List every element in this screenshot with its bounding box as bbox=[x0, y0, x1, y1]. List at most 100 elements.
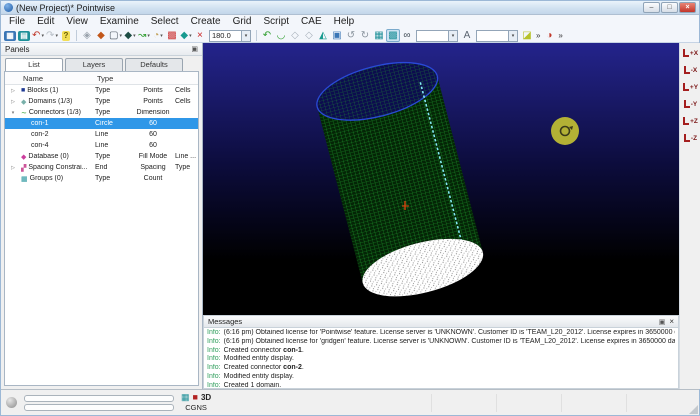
toolbar-eraser-button[interactable]: ◪ bbox=[520, 29, 534, 42]
tree-row-groups-0[interactable]: ▦Groups (0)TypeCount bbox=[5, 173, 198, 184]
chevron-down-icon[interactable]: ▾ bbox=[241, 31, 250, 41]
dock-pin-icon[interactable]: ▣ bbox=[659, 318, 666, 326]
toolbar-save-button[interactable]: ▦ bbox=[3, 29, 17, 42]
messages-log[interactable]: Info:(6:16 pm) Obtained license for 'Poi… bbox=[203, 328, 679, 389]
toolbar-structured-grid-button[interactable]: ▦ bbox=[372, 29, 386, 42]
spacing-icon: ▞ bbox=[21, 164, 26, 172]
menu-script[interactable]: Script bbox=[257, 15, 295, 29]
toolbar-angle-combo[interactable]: 180.0▾ bbox=[209, 30, 251, 42]
chevron-down-icon[interactable]: ▾ bbox=[508, 31, 517, 41]
save-icon: ▦ bbox=[4, 31, 16, 41]
messages-header[interactable]: Messages ▣ × bbox=[203, 315, 679, 328]
panels-header: Panels ▣ bbox=[1, 43, 202, 56]
message-line: Info:Modified entity display. bbox=[207, 355, 675, 364]
tree-row-con-1[interactable]: con-1Circle60 bbox=[5, 118, 198, 129]
toolbar-examine-button[interactable]: ◑ bbox=[542, 29, 556, 42]
tab-defaults[interactable]: Defaults bbox=[125, 58, 183, 71]
tab-layers[interactable]: Layers bbox=[65, 58, 123, 71]
entity-tree: Name Type ▷■Blocks (1)TypePointsCells▷◆D… bbox=[4, 71, 199, 386]
chevron-down-icon[interactable]: ▾ bbox=[41, 33, 44, 39]
toolbar-link-button[interactable]: ∞ bbox=[400, 29, 414, 42]
view-z-button[interactable]: +Z bbox=[681, 113, 700, 129]
chevron-down-icon[interactable]: ▾ bbox=[133, 33, 136, 39]
toolbar-create-block-button[interactable]: ▢▾ bbox=[108, 29, 123, 42]
menu-help[interactable]: Help bbox=[328, 15, 361, 29]
tree-row-con-2[interactable]: con-2Line60 bbox=[5, 129, 198, 140]
view-y-button[interactable]: +Y bbox=[681, 79, 700, 95]
toolbar-redo-button[interactable]: ↷▾ bbox=[45, 29, 59, 42]
view-z-button[interactable]: -Z bbox=[681, 130, 700, 146]
minimize-button[interactable]: – bbox=[643, 2, 660, 13]
toolbar-orient-button[interactable]: × bbox=[193, 29, 207, 42]
toolbar-create-curve-button[interactable]: ◔▾ bbox=[151, 29, 165, 42]
toolbar-paintbrush-button[interactable]: ◆ bbox=[94, 29, 108, 42]
toolbar-overflow-button[interactable]: » bbox=[534, 31, 542, 40]
toolbar-zoom-fit-button[interactable]: ◈ bbox=[80, 29, 94, 42]
toolbar-display-attributes-button[interactable]: ▩ bbox=[165, 29, 179, 42]
view-x-button[interactable]: -X bbox=[681, 62, 700, 78]
expand-collapsed-icon[interactable]: ▷ bbox=[5, 88, 21, 94]
menu-select[interactable]: Select bbox=[145, 15, 185, 29]
toolbar-open-button[interactable]: ▤ bbox=[17, 29, 31, 42]
display-viewport[interactable] bbox=[203, 43, 679, 315]
tree-header[interactable]: Name Type bbox=[5, 72, 198, 85]
toolbar-assemble-block-button[interactable]: ◇ bbox=[302, 29, 316, 42]
view-y-button[interactable]: -Y bbox=[681, 96, 700, 112]
create-block-icon: ▢ bbox=[109, 30, 118, 42]
expand-collapsed-icon[interactable]: ▷ bbox=[5, 165, 21, 171]
tab-list[interactable]: List bbox=[5, 58, 63, 71]
toolbar-project-button[interactable]: ▣ bbox=[330, 29, 344, 42]
tree-row-database-0[interactable]: ◆Database (0)TypeFill ModeLine ... bbox=[5, 151, 198, 162]
toolbar-help-button[interactable]: ? bbox=[59, 29, 73, 42]
toolbar-unstructured-grid-button[interactable]: ▩ bbox=[386, 29, 400, 42]
menu-examine[interactable]: Examine bbox=[94, 15, 145, 29]
main-area: Panels ▣ ListLayersDefaults Name Type ▷■… bbox=[1, 43, 699, 389]
toolbar-undo-button[interactable]: ↶▾ bbox=[31, 29, 45, 42]
chevron-down-icon[interactable]: ▾ bbox=[448, 31, 457, 41]
tree-row-blocks-1[interactable]: ▷■Blocks (1)TypePointsCells bbox=[5, 85, 198, 96]
chevron-down-icon[interactable]: ▾ bbox=[189, 33, 192, 39]
toolbar-spline-button[interactable]: ↶ bbox=[260, 29, 274, 42]
chevron-down-icon[interactable]: ▾ bbox=[119, 33, 122, 39]
pin-icon[interactable]: ▣ bbox=[191, 45, 198, 53]
menu-file[interactable]: File bbox=[3, 15, 31, 29]
tree-row-connectors-1-3[interactable]: ▾∼Connectors (1/3)TypeDimension bbox=[5, 107, 198, 118]
menu-grid[interactable]: Grid bbox=[227, 15, 258, 29]
toolbar-annotate-button[interactable]: A bbox=[460, 29, 474, 42]
tree-row-spacing-constrai[interactable]: ▷▞Spacing Constrai...EndSpacingType bbox=[5, 162, 198, 173]
viewport-canvas[interactable] bbox=[203, 43, 679, 315]
maximize-button[interactable]: □ bbox=[661, 2, 678, 13]
message-line: Info:Created 1 domain. bbox=[207, 382, 675, 389]
link-icon: ∞ bbox=[403, 30, 410, 42]
close-button[interactable]: × bbox=[679, 2, 696, 13]
menu-view[interactable]: View bbox=[60, 15, 94, 29]
title-bar[interactable]: (New Project)* Pointwise –□× bbox=[1, 1, 699, 15]
toolbar-spin-view-button[interactable]: ↻ bbox=[358, 29, 372, 42]
arc-icon: ◡ bbox=[277, 30, 286, 42]
toolbar-spacing-2-combo[interactable]: ▾ bbox=[476, 30, 518, 42]
toolbar-spacing-1-combo[interactable]: ▾ bbox=[416, 30, 458, 42]
toolbar-assemble-domain-button[interactable]: ◇ bbox=[288, 29, 302, 42]
toolbar-rotate-view-button[interactable]: ↺ bbox=[344, 29, 358, 42]
toolbar-solve-button[interactable]: ◆▾ bbox=[179, 29, 193, 42]
toolbar-arc-button[interactable]: ◡ bbox=[274, 29, 288, 42]
close-icon[interactable]: × bbox=[669, 318, 674, 326]
menu-cae[interactable]: CAE bbox=[295, 15, 328, 29]
chevron-down-icon[interactable]: ▾ bbox=[147, 33, 150, 39]
expand-collapsed-icon[interactable]: ▷ bbox=[5, 99, 21, 105]
menu-create[interactable]: Create bbox=[185, 15, 227, 29]
toolbar-create-connector-button[interactable]: ↝▾ bbox=[137, 29, 151, 42]
chevron-down-icon[interactable]: ▾ bbox=[55, 33, 58, 39]
resize-grip[interactable] bbox=[689, 405, 698, 414]
toolbar-overflow-button[interactable]: » bbox=[556, 31, 564, 40]
tree-row-con-4[interactable]: con-4Line60 bbox=[5, 140, 198, 151]
menu-edit[interactable]: Edit bbox=[31, 15, 60, 29]
message-suffix: . bbox=[302, 364, 304, 371]
expand-expanded-icon[interactable]: ▾ bbox=[5, 110, 21, 116]
toolbar-create-domain-button[interactable]: ◆▾ bbox=[123, 29, 137, 42]
chevron-down-icon[interactable]: ▾ bbox=[160, 33, 163, 39]
tree-row-domains-1-3[interactable]: ▷◆Domains (1/3)TypePointsCells bbox=[5, 96, 198, 107]
tree-item-name: ◆Domains (1/3) bbox=[21, 98, 95, 106]
toolbar-extrude-button[interactable]: ◭ bbox=[316, 29, 330, 42]
view-x-button[interactable]: +X bbox=[681, 45, 700, 61]
